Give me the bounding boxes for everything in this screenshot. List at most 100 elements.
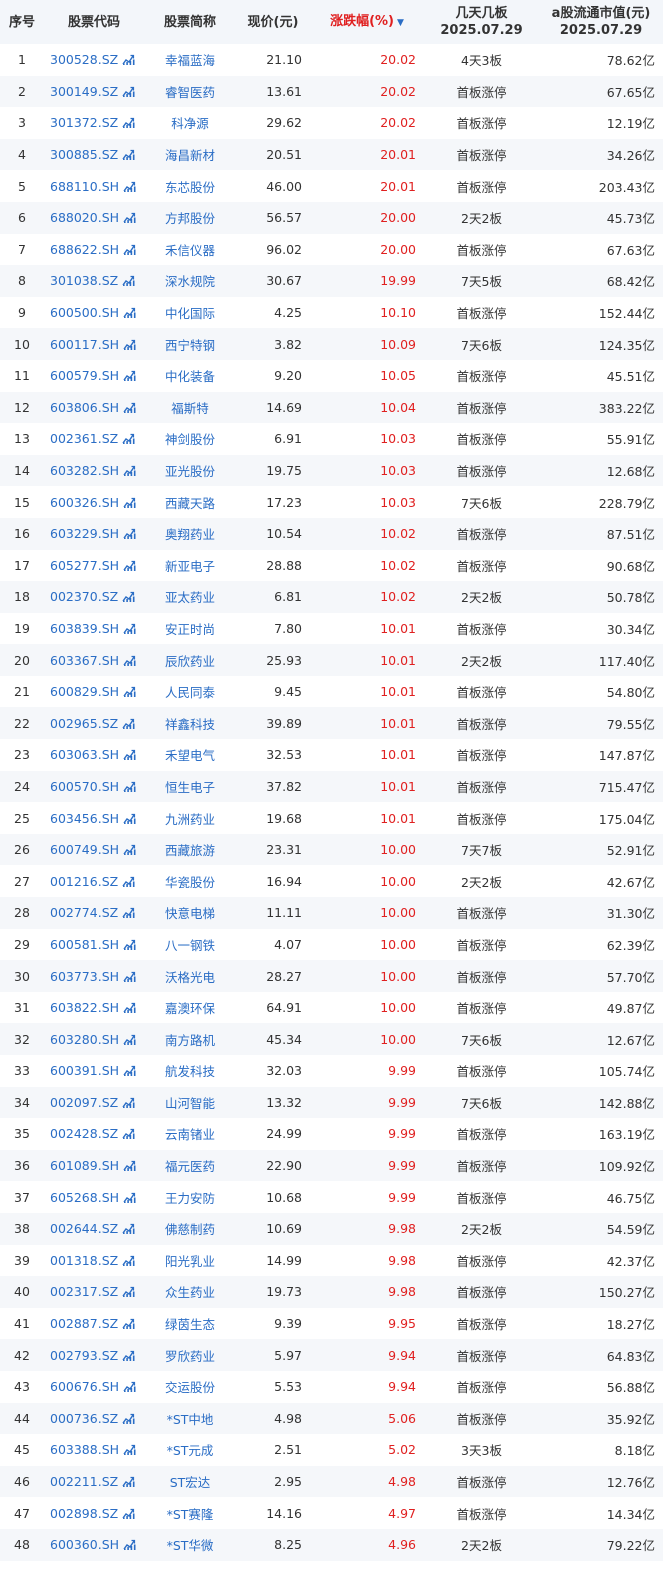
stock-code-cell[interactable]: 603388.SH <box>44 1434 144 1466</box>
stock-code-cell[interactable]: 605277.SH <box>44 550 144 582</box>
stock-code-cell[interactable]: 688622.SH <box>44 234 144 266</box>
stock-code-cell[interactable]: 002965.SZ <box>44 707 144 739</box>
stock-code-cell[interactable]: 002887.SZ <box>44 1308 144 1340</box>
stock-code-cell[interactable]: 603839.SH <box>44 613 144 645</box>
stock-code-link[interactable]: 600391.SH <box>50 1063 119 1078</box>
stock-name-link[interactable]: 南方路机 <box>144 1023 236 1055</box>
stock-code-link[interactable]: 600579.SH <box>50 368 119 383</box>
stock-code-link[interactable]: 603839.SH <box>50 621 119 636</box>
stock-name-link[interactable]: 人民同泰 <box>144 676 236 708</box>
stock-code-link[interactable]: 001216.SZ <box>50 874 118 889</box>
stock-name-link[interactable]: 亚光股份 <box>144 455 236 487</box>
stock-code-cell[interactable]: 603063.SH <box>44 739 144 771</box>
col-header-name[interactable]: 股票简称 <box>144 0 236 44</box>
stock-code-cell[interactable]: 600326.SH <box>44 486 144 518</box>
stock-name-link[interactable]: 神剑股份 <box>144 423 236 455</box>
stock-name-link[interactable]: *ST赛隆 <box>144 1497 236 1529</box>
stock-code-cell[interactable]: 300149.SZ <box>44 76 144 108</box>
stock-name-link[interactable]: 亚太药业 <box>144 581 236 613</box>
stock-code-cell[interactable]: 300528.SZ <box>44 44 144 76</box>
stock-name-link[interactable]: 福元医药 <box>144 1150 236 1182</box>
chart-icon[interactable] <box>123 243 136 255</box>
stock-name-link[interactable]: 九洲药业 <box>144 802 236 834</box>
chart-icon[interactable] <box>123 211 136 224</box>
chart-icon[interactable] <box>123 1159 136 1172</box>
stock-code-cell[interactable]: 002428.SZ <box>44 1118 144 1150</box>
chart-icon[interactable] <box>122 1222 135 1235</box>
chart-icon[interactable] <box>122 274 135 287</box>
chart-icon[interactable] <box>123 306 136 319</box>
chart-icon[interactable] <box>123 1538 136 1551</box>
chart-icon[interactable] <box>122 148 135 161</box>
chart-icon[interactable] <box>122 53 135 66</box>
stock-code-link[interactable]: 301038.SZ <box>50 273 118 288</box>
stock-name-link[interactable]: 科净源 <box>144 107 236 139</box>
stock-code-link[interactable]: 002370.SZ <box>50 589 118 604</box>
stock-code-cell[interactable]: 603280.SH <box>44 1023 144 1055</box>
stock-name-link[interactable]: 深水规院 <box>144 265 236 297</box>
chart-icon[interactable] <box>123 496 136 508</box>
chart-icon[interactable] <box>123 654 136 666</box>
stock-code-link[interactable]: 603806.SH <box>50 400 119 415</box>
stock-code-cell[interactable]: 002793.SZ <box>44 1339 144 1371</box>
stock-name-link[interactable]: ST宏达 <box>144 1466 236 1498</box>
stock-code-link[interactable]: 688622.SH <box>50 242 119 257</box>
stock-code-cell[interactable]: 600500.SH <box>44 297 144 329</box>
stock-code-cell[interactable]: 001216.SZ <box>44 865 144 897</box>
stock-code-link[interactable]: 600117.SH <box>50 337 119 352</box>
chart-icon[interactable] <box>122 1317 135 1330</box>
stock-name-link[interactable]: 云南锗业 <box>144 1118 236 1150</box>
stock-code-cell[interactable]: 688020.SH <box>44 202 144 234</box>
col-header-code[interactable]: 股票代码 <box>44 0 144 44</box>
chart-icon[interactable] <box>122 1475 135 1488</box>
stock-code-link[interactable]: 605268.SH <box>50 1190 119 1205</box>
stock-code-cell[interactable]: 001318.SZ <box>44 1245 144 1277</box>
stock-code-cell[interactable]: 002370.SZ <box>44 581 144 613</box>
stock-code-cell[interactable]: 002898.SZ <box>44 1497 144 1529</box>
stock-code-link[interactable]: 002644.SZ <box>50 1221 118 1236</box>
stock-name-link[interactable]: 方邦股份 <box>144 202 236 234</box>
stock-code-cell[interactable]: 688110.SH <box>44 170 144 202</box>
stock-name-link[interactable]: 绿茵生态 <box>144 1308 236 1340</box>
stock-name-link[interactable]: 华瓷股份 <box>144 865 236 897</box>
stock-code-link[interactable]: 000736.SZ <box>50 1411 118 1426</box>
chart-icon[interactable] <box>122 116 135 129</box>
stock-code-link[interactable]: 002887.SZ <box>50 1316 118 1331</box>
stock-name-link[interactable]: 航发科技 <box>144 1055 236 1087</box>
stock-code-link[interactable]: 002774.SZ <box>50 905 118 920</box>
chart-icon[interactable] <box>123 1033 136 1045</box>
stock-code-link[interactable]: 600500.SH <box>50 305 119 320</box>
stock-code-link[interactable]: 600749.SH <box>50 842 119 857</box>
stock-code-link[interactable]: 002361.SZ <box>50 431 118 446</box>
chart-icon[interactable] <box>123 1064 136 1077</box>
chart-icon[interactable] <box>123 1443 136 1456</box>
chart-icon[interactable] <box>123 401 136 413</box>
stock-code-cell[interactable]: 301372.SZ <box>44 107 144 139</box>
stock-name-link[interactable]: 交运股份 <box>144 1371 236 1403</box>
col-header-price[interactable]: 现价(元) <box>236 0 310 44</box>
chart-icon[interactable] <box>122 1507 135 1519</box>
stock-code-link[interactable]: 300149.SZ <box>50 84 118 99</box>
stock-code-link[interactable]: 603280.SH <box>50 1032 119 1047</box>
col-header-board[interactable]: 几天几板 2025.07.29 <box>424 0 539 44</box>
chart-icon[interactable] <box>122 875 135 887</box>
chart-icon[interactable] <box>122 1285 135 1298</box>
stock-code-cell[interactable]: 603282.SH <box>44 455 144 487</box>
stock-name-link[interactable]: 奥翔药业 <box>144 518 236 550</box>
stock-name-link[interactable]: 嘉澳环保 <box>144 992 236 1024</box>
col-header-change[interactable]: 涨跌幅(%) ▼ <box>310 0 424 44</box>
stock-name-link[interactable]: 睿智医药 <box>144 76 236 108</box>
chart-icon[interactable] <box>123 748 136 761</box>
chart-icon[interactable] <box>123 685 136 698</box>
stock-code-link[interactable]: 301372.SZ <box>50 115 118 130</box>
stock-name-link[interactable]: 海昌新材 <box>144 139 236 171</box>
stock-name-link[interactable]: 阳光乳业 <box>144 1245 236 1277</box>
stock-code-link[interactable]: 605277.SH <box>50 558 119 573</box>
chart-icon[interactable] <box>123 970 136 982</box>
chart-icon[interactable] <box>123 938 136 950</box>
stock-code-cell[interactable]: 600360.SH <box>44 1529 144 1561</box>
stock-name-link[interactable]: 中化国际 <box>144 297 236 329</box>
stock-name-link[interactable]: 众生药业 <box>144 1276 236 1308</box>
stock-code-link[interactable]: 601089.SH <box>50 1158 119 1173</box>
stock-code-link[interactable]: 001318.SZ <box>50 1253 118 1268</box>
